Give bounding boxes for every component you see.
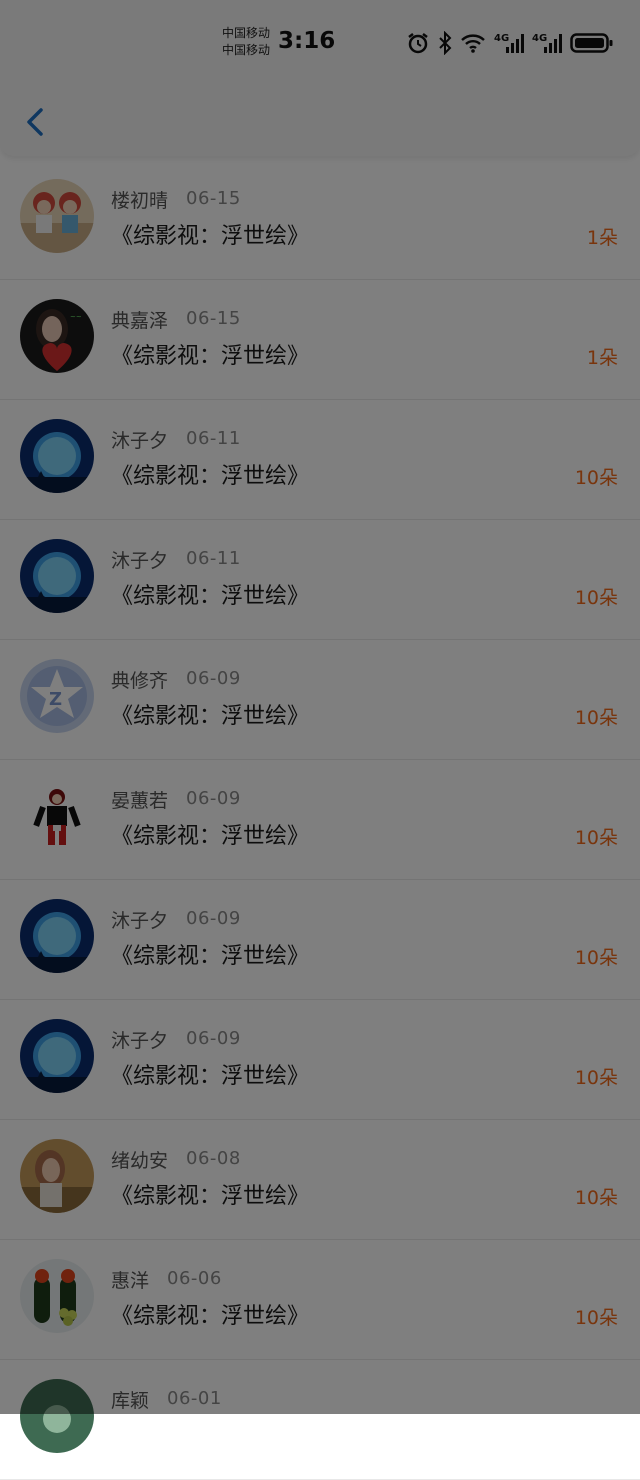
user-name: 沐子夕 [111, 910, 169, 932]
svg-text:~~: ~~ [70, 313, 82, 321]
wifi-icon [461, 34, 485, 53]
carrier-1: 中国移动 [222, 26, 271, 40]
status-icons: 4G 4G [406, 30, 614, 56]
svg-text:4G: 4G [532, 33, 547, 44]
book-title: 《综影视：浮世绘》 [111, 464, 310, 489]
battery-icon [570, 33, 613, 53]
green-photo-image [20, 1379, 94, 1453]
avatar-couple-photo[interactable] [20, 179, 94, 253]
svg-text:Z: Z [49, 689, 62, 710]
list-item[interactable]: 沐子夕 06-11 《综影视：浮世绘》 10朵 [0, 520, 640, 640]
gift-date: 06-11 [186, 548, 241, 569]
chevron-left-icon [27, 108, 43, 136]
user-name: 晏蕙若 [111, 790, 169, 812]
avatar-girl-heart-photo[interactable]: ~~ [20, 299, 94, 373]
gift-date: 06-08 [186, 1148, 241, 1169]
blue-moon-image [20, 1019, 94, 1093]
user-name: 绪幼安 [111, 1150, 169, 1172]
blue-moon-image [20, 539, 94, 613]
list-item[interactable]: 库颖 06-01 [0, 1360, 640, 1480]
gift-date: 06-01 [167, 1388, 222, 1409]
gift-amount: 10朵 [574, 947, 618, 969]
back-button[interactable] [16, 102, 56, 142]
gift-date: 06-09 [186, 1028, 241, 1049]
list-item[interactable]: 沐子夕 06-09 《综影视：浮世绘》 10朵 [0, 1000, 640, 1120]
avatar-blue-moon[interactable] [20, 1019, 94, 1093]
blue-moon-image [20, 899, 94, 973]
user-name: 典嘉泽 [111, 310, 169, 332]
book-title: 《综影视：浮世绘》 [111, 224, 310, 249]
avatar-qq-default[interactable]: Z [20, 659, 94, 733]
gift-amount: 10朵 [574, 827, 618, 849]
bluetooth-icon [439, 31, 452, 55]
user-name: 惠洋 [111, 1270, 150, 1292]
book-title: 《综影视：浮世绘》 [111, 944, 310, 969]
carrier-2: 中国移动 [222, 43, 271, 57]
gift-amount: 10朵 [574, 467, 618, 489]
gift-date: 06-09 [186, 788, 241, 809]
girl-heart-photo-image: ~~ [20, 299, 94, 373]
status-bar: 中国移动 中国移动 3:16 4G 4G [0, 0, 640, 84]
avatar-blue-moon[interactable] [20, 899, 94, 973]
user-name: 沐子夕 [111, 550, 169, 572]
user-name: 库颖 [111, 1390, 150, 1412]
gift-amount: 10朵 [574, 707, 618, 729]
avatar-blue-moon[interactable] [20, 539, 94, 613]
user-name: 沐子夕 [111, 430, 169, 452]
signal-4g-icon: 4G [532, 33, 562, 53]
gift-amount: 10朵 [574, 587, 618, 609]
book-title: 《综影视：浮世绘》 [111, 1064, 310, 1089]
list-item[interactable]: 楼初晴 06-15 《综影视：浮世绘》 1朵 [0, 160, 640, 280]
couple-photo-image [20, 179, 94, 253]
svg-text:4G: 4G [494, 33, 509, 44]
list-item[interactable]: 惠洋 06-06 《综影视：浮世绘》 10朵 [0, 1240, 640, 1360]
cactus-photo-image [20, 1259, 94, 1333]
avatar-green-photo[interactable] [20, 1379, 94, 1453]
list-item[interactable]: ~~ 典嘉泽 06-15 《综影视：浮世绘》 1朵 [0, 280, 640, 400]
book-title: 《综影视：浮世绘》 [111, 704, 310, 729]
gift-date: 06-09 [186, 668, 241, 689]
gift-date: 06-15 [186, 188, 241, 209]
list-item[interactable]: Z 典修齐 06-09 《综影视：浮世绘》 10朵 [0, 640, 640, 760]
user-name: 楼初晴 [111, 190, 169, 212]
gift-record-list: 楼初晴 06-15 《综影视：浮世绘》 1朵 ~~ 典嘉泽 06-15 《综影视… [0, 160, 640, 1480]
avatar-anime-character[interactable] [20, 779, 94, 853]
list-item[interactable]: 沐子夕 06-11 《综影视：浮世绘》 10朵 [0, 400, 640, 520]
avatar-blue-moon[interactable] [20, 419, 94, 493]
anime-character-image [20, 779, 94, 853]
gift-date: 06-11 [186, 428, 241, 449]
gift-amount: 1朵 [586, 227, 618, 249]
girl-portrait-image [20, 1139, 94, 1213]
user-name: 沐子夕 [111, 1030, 169, 1052]
list-item[interactable]: 晏蕙若 06-09 《综影视：浮世绘》 10朵 [0, 760, 640, 880]
qq-default-image: Z [20, 659, 94, 733]
alarm-icon [408, 33, 428, 54]
gift-date: 06-06 [167, 1268, 222, 1289]
book-title: 《综影视：浮世绘》 [111, 824, 310, 849]
list-item[interactable]: 沐子夕 06-09 《综影视：浮世绘》 10朵 [0, 880, 640, 1000]
gift-amount: 1朵 [586, 347, 618, 369]
gift-date: 06-09 [186, 908, 241, 929]
book-title: 《综影视：浮世绘》 [111, 1304, 310, 1329]
list-item[interactable]: 绪幼安 06-08 《综影视：浮世绘》 10朵 [0, 1120, 640, 1240]
avatar-cactus-photo[interactable] [20, 1259, 94, 1333]
gift-amount: 10朵 [574, 1187, 618, 1209]
status-time: 3:16 [278, 28, 336, 54]
nav-bar [0, 84, 640, 156]
gift-amount: 10朵 [574, 1307, 618, 1329]
book-title: 《综影视：浮世绘》 [111, 1184, 310, 1209]
carrier-labels: 中国移动 中国移动 [222, 25, 270, 59]
avatar-girl-portrait[interactable] [20, 1139, 94, 1213]
user-name: 典修齐 [111, 670, 169, 692]
book-title: 《综影视：浮世绘》 [111, 344, 310, 369]
book-title: 《综影视：浮世绘》 [111, 584, 310, 609]
gift-date: 06-15 [186, 308, 241, 329]
gift-amount: 10朵 [574, 1067, 618, 1089]
signal-4g-icon: 4G [494, 33, 524, 53]
blue-moon-image [20, 419, 94, 493]
